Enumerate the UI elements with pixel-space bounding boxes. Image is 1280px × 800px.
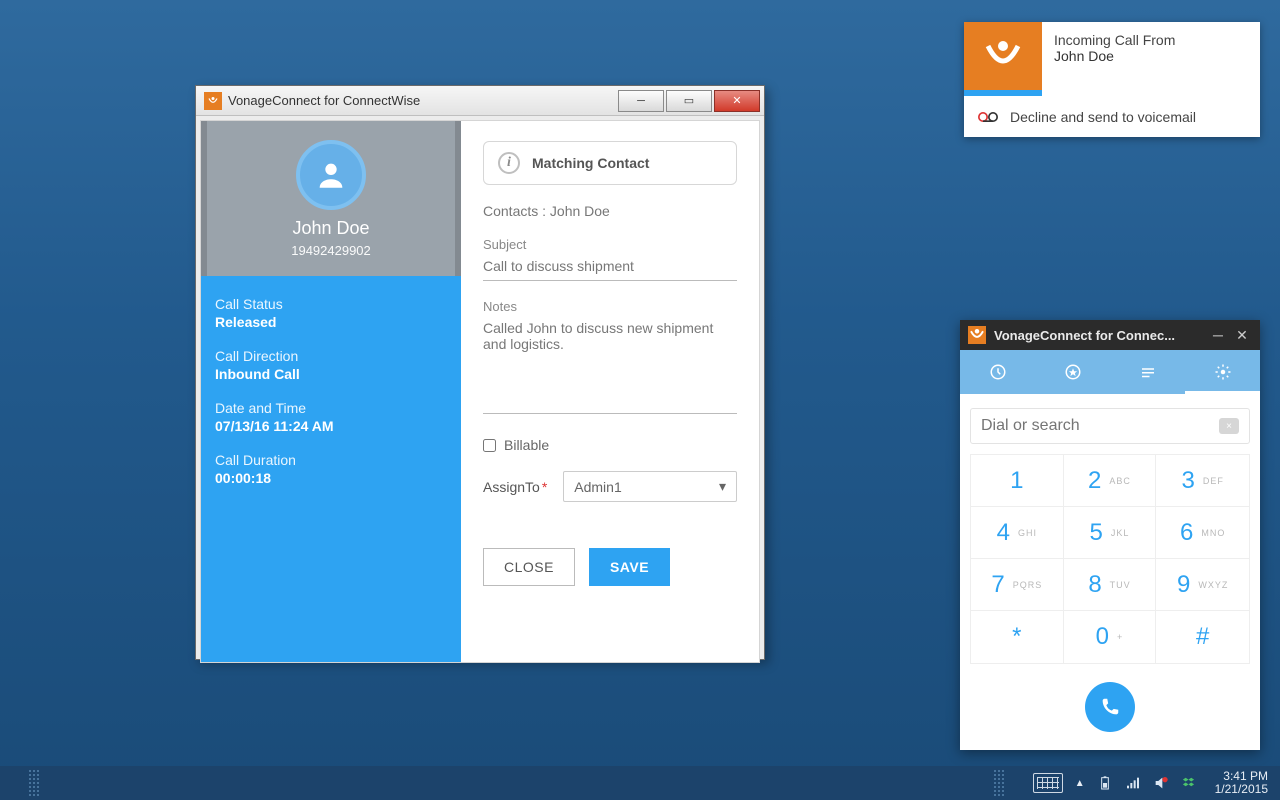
dial-search-box: × [970, 408, 1250, 444]
datetime-value: 07/13/16 11:24 AM [215, 418, 447, 434]
maximize-button[interactable]: ▭ [666, 90, 712, 112]
clock-date: 1/21/2015 [1215, 783, 1268, 796]
key-7[interactable]: 7PQRS [971, 559, 1064, 611]
avatar-icon [296, 140, 366, 210]
dropbox-icon[interactable] [1181, 775, 1197, 791]
dialer-minimize-button[interactable]: ─ [1208, 327, 1228, 343]
key-4[interactable]: 4GHI [971, 507, 1064, 559]
key-2[interactable]: 2ABC [1064, 455, 1157, 507]
dialer-tabs [960, 350, 1260, 394]
incoming-call-toast: Incoming Call From John Doe Decline and … [964, 22, 1260, 137]
tab-favorites[interactable] [1035, 350, 1110, 394]
decline-voicemail-button[interactable]: Decline and send to voicemail [964, 96, 1260, 137]
key-3[interactable]: 3DEF [1156, 455, 1249, 507]
key-0[interactable]: 0+ [1064, 611, 1157, 663]
clock[interactable]: 3:41 PM 1/21/2015 [1209, 770, 1268, 796]
contact-phone: 19492429902 [291, 243, 371, 258]
chevron-down-icon: ▾ [719, 478, 726, 495]
window-title: VonageConnect for ConnectWise [228, 93, 420, 108]
duration-label: Call Duration [215, 452, 447, 468]
direction-value: Inbound Call [215, 366, 447, 382]
toast-line1: Incoming Call From [1054, 32, 1248, 48]
datetime-label: Date and Time [215, 400, 447, 416]
volume-icon[interactable] [1153, 775, 1169, 791]
save-button[interactable]: SAVE [589, 548, 670, 586]
matching-contact-box: i Matching Contact [483, 141, 737, 185]
dialer-titlebar[interactable]: VonageConnect for Connec... ─ ✕ [960, 320, 1260, 350]
contacts-line: Contacts : John Doe [483, 203, 737, 219]
call-right-panel: i Matching Contact Contacts : John Doe S… [461, 121, 759, 662]
tab-contacts[interactable] [1110, 350, 1185, 394]
key-#[interactable]: # [1156, 611, 1249, 663]
direction-label: Call Direction [215, 348, 447, 364]
call-info-panel: Call Status Released Call Direction Inbo… [201, 276, 461, 662]
tray-overflow-icon[interactable]: ▲ [1075, 778, 1085, 789]
contact-header: John Doe 19492429902 [201, 121, 461, 276]
voicemail-icon [978, 109, 998, 125]
key-1[interactable]: 1 [971, 455, 1064, 507]
dialer-close-button[interactable]: ✕ [1232, 327, 1252, 344]
taskbar-grip-icon [993, 769, 1005, 797]
notes-textarea[interactable] [483, 314, 737, 414]
dialer-title-text: VonageConnect for Connec... [994, 328, 1175, 343]
subject-input[interactable] [483, 252, 737, 281]
key-5[interactable]: 5JKL [1064, 507, 1157, 559]
keyboard-icon[interactable] [1033, 773, 1063, 793]
dial-search-input[interactable] [981, 417, 1219, 435]
contact-name: John Doe [292, 218, 369, 239]
tab-recents[interactable] [960, 350, 1035, 394]
titlebar[interactable]: VonageConnect for ConnectWise ─ ▭ ✕ [196, 86, 764, 116]
key-9[interactable]: 9WXYZ [1156, 559, 1249, 611]
assign-label: AssignTo [483, 479, 540, 495]
info-icon: i [498, 152, 520, 174]
key-8[interactable]: 8TUV [1064, 559, 1157, 611]
duration-value: 00:00:18 [215, 470, 447, 486]
vonage-logo-icon [968, 326, 986, 344]
call-button[interactable] [1085, 682, 1135, 732]
minimize-button[interactable]: ─ [618, 90, 664, 112]
notes-label: Notes [483, 299, 737, 314]
clear-input-button[interactable]: × [1219, 418, 1239, 434]
system-tray: ▲ 3:41 PM 1/21/2015 [1033, 770, 1280, 796]
key-*[interactable]: * [971, 611, 1064, 663]
taskbar: ▲ 3:41 PM 1/21/2015 [0, 766, 1280, 800]
keypad: 12ABC3DEF 4GHI5JKL6MNO 7PQRS8TUV9WXYZ *0+# [970, 454, 1250, 664]
vonage-logo-icon [964, 22, 1042, 90]
call-details-window: VonageConnect for ConnectWise ─ ▭ ✕ John… [195, 85, 765, 660]
dialer-panel: VonageConnect for Connec... ─ ✕ × 12ABC3… [960, 320, 1260, 750]
matching-contact-label: Matching Contact [532, 155, 649, 171]
vonage-logo-icon [204, 92, 222, 110]
call-left-panel: John Doe 19492429902 Call Status Release… [201, 121, 461, 662]
assign-select[interactable]: Admin1 ▾ [563, 471, 737, 502]
subject-label: Subject [483, 237, 737, 252]
assign-value: Admin1 [574, 479, 621, 495]
taskbar-grip-icon [28, 769, 40, 797]
toast-action-label: Decline and send to voicemail [1010, 109, 1196, 125]
billable-label: Billable [504, 437, 549, 453]
tab-settings[interactable] [1185, 350, 1260, 394]
network-icon[interactable] [1125, 775, 1141, 791]
phone-icon [1099, 696, 1121, 718]
status-value: Released [215, 314, 447, 330]
close-button[interactable]: CLOSE [483, 548, 575, 586]
billable-checkbox[interactable] [483, 439, 496, 452]
battery-icon[interactable] [1097, 775, 1113, 791]
close-window-button[interactable]: ✕ [714, 90, 760, 112]
toast-caller: John Doe [1054, 48, 1248, 64]
key-6[interactable]: 6MNO [1156, 507, 1249, 559]
status-label: Call Status [215, 296, 447, 312]
